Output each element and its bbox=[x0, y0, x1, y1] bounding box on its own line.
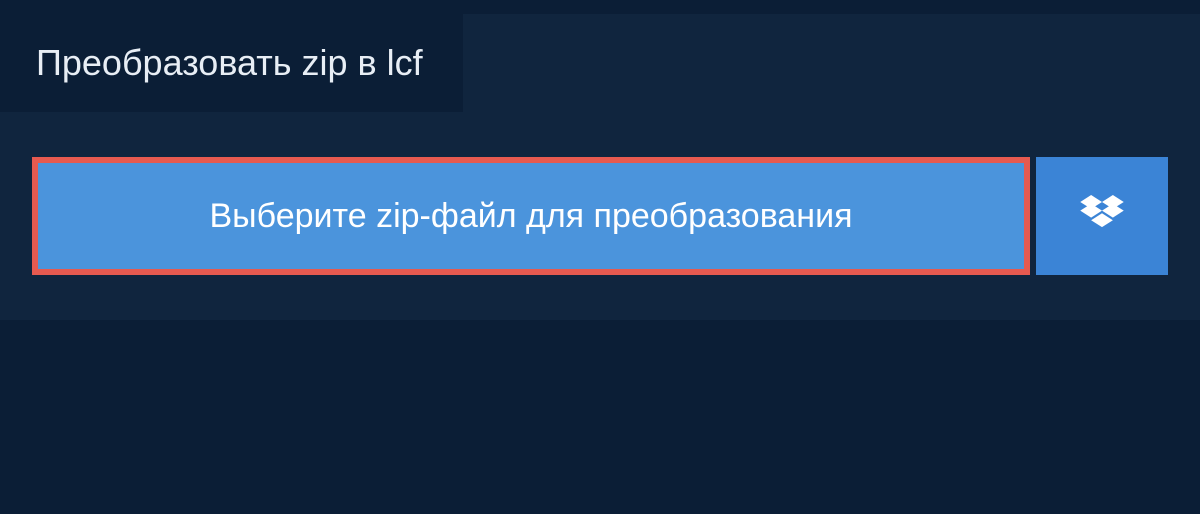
page-title: Преобразовать zip в lcf bbox=[0, 14, 463, 112]
select-file-button[interactable]: Выберите zip-файл для преобразования bbox=[32, 157, 1030, 275]
dropbox-icon bbox=[1080, 195, 1124, 238]
dropbox-button[interactable] bbox=[1036, 157, 1168, 275]
converter-panel: Преобразовать zip в lcf Выберите zip-фай… bbox=[0, 14, 1200, 320]
select-file-label: Выберите zip-файл для преобразования bbox=[210, 197, 853, 236]
upload-button-row: Выберите zip-файл для преобразования bbox=[32, 157, 1168, 275]
